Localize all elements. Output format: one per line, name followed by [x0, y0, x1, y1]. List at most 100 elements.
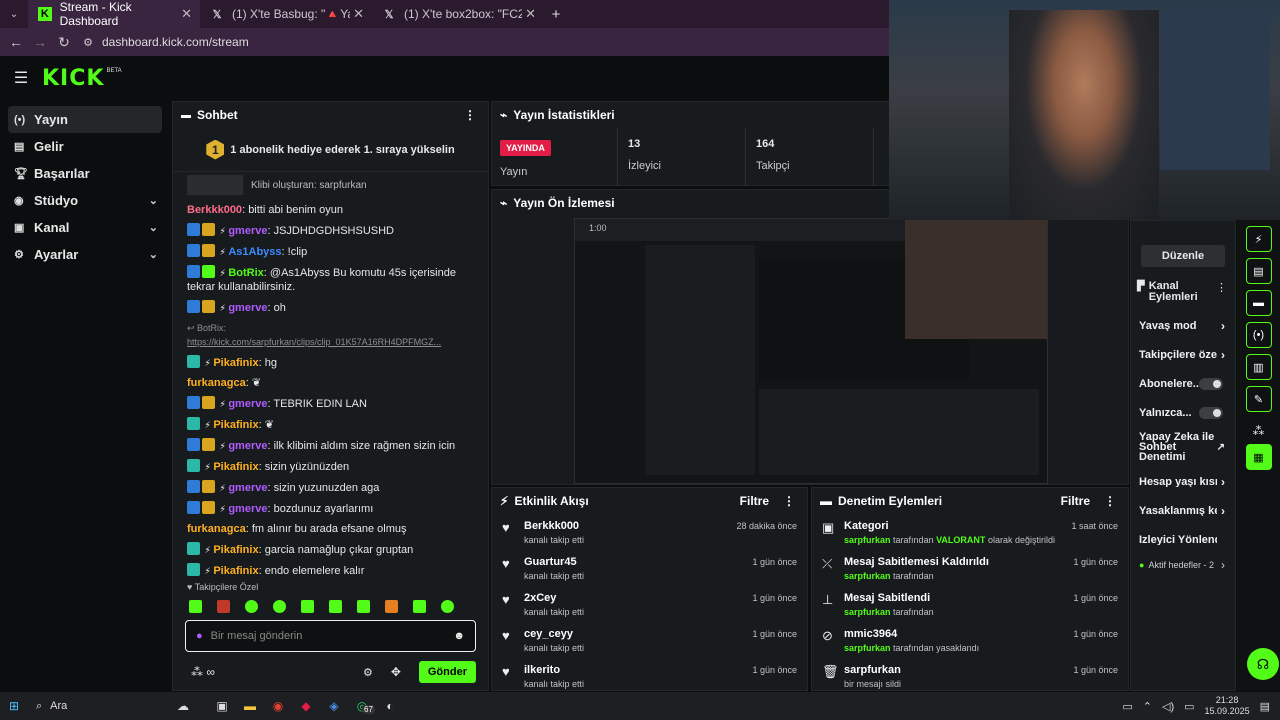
- clock[interactable]: 21:28 15.09.2025: [1205, 695, 1250, 717]
- network-icon[interactable]: ▭: [1184, 700, 1194, 713]
- pinned-banner[interactable]: 1 1 abonelik hediye ederek 1. sıraya yük…: [173, 128, 488, 172]
- chat-username[interactable]: gmerve: [228, 225, 267, 237]
- more-options-icon[interactable]: ⋮: [1216, 281, 1227, 294]
- channel-action-item[interactable]: Yapay Zeka ile Sohbet Denetimi ↗: [1131, 427, 1235, 467]
- support-button[interactable]: ☊: [1247, 648, 1279, 680]
- apps-icon[interactable]: ⁂: [1237, 424, 1280, 438]
- activity-filter-button[interactable]: Filtre: [740, 494, 769, 508]
- chevron-down-icon[interactable]: ⌄: [149, 194, 158, 207]
- emote-icon[interactable]: [413, 600, 426, 613]
- settings-icon[interactable]: ⚙: [363, 666, 373, 679]
- chat-username[interactable]: Pikafinix: [213, 419, 258, 431]
- activity-user[interactable]: Guartur45: [524, 556, 584, 568]
- close-tab-icon[interactable]: ✕: [181, 6, 192, 22]
- chat-username[interactable]: gmerve: [228, 440, 267, 452]
- chat-username[interactable]: Pikafinix: [213, 565, 258, 577]
- chat-username[interactable]: Pikafinix: [213, 544, 258, 556]
- sidebar-item-gelir[interactable]: ▤ Gelir: [8, 133, 162, 160]
- chevron-up-icon[interactable]: ⌃: [1143, 700, 1152, 713]
- more-options-icon[interactable]: ⋮: [1104, 494, 1116, 508]
- new-tab-icon[interactable]: +: [544, 6, 568, 23]
- reply-preview[interactable]: ↩ BotRix: https://kick.com/sarpfurkan/cl…: [173, 318, 488, 352]
- emote-icon[interactable]: [357, 600, 370, 613]
- moderation-filter-button[interactable]: Filtre: [1061, 494, 1090, 508]
- file-explorer-icon[interactable]: ▬: [236, 699, 264, 713]
- activity-user[interactable]: cey_ceyy: [524, 628, 584, 640]
- moderation-actor[interactable]: sarpfurkan: [844, 571, 891, 581]
- chat-username[interactable]: furkanagca: [187, 523, 246, 535]
- sidebar-item-basarilar[interactable]: 🏆︎ Başarılar: [8, 160, 162, 187]
- moderation-actor[interactable]: sarpfurkan: [844, 607, 891, 617]
- clapper-icon[interactable]: ▦: [1245, 444, 1272, 470]
- menu-icon[interactable]: ☰: [0, 68, 42, 88]
- external-link-icon[interactable]: ↗: [1217, 442, 1225, 453]
- app-game-icon[interactable]: ◈: [320, 699, 348, 713]
- tab-kick-dashboard[interactable]: K Stream - Kick Dashboard ✕: [28, 0, 200, 28]
- layout-icon[interactable]: ▥: [1245, 354, 1272, 380]
- toggle-switch[interactable]: [1199, 406, 1223, 419]
- activity-user[interactable]: ilkerito: [524, 664, 584, 676]
- chrome-icon[interactable]: ◉: [264, 699, 292, 713]
- volume-icon[interactable]: ◁): [1162, 700, 1174, 713]
- emote-icon[interactable]: [217, 600, 230, 613]
- activity-user[interactable]: Berkkk000: [524, 520, 584, 532]
- close-tab-icon[interactable]: ✕: [525, 6, 536, 22]
- back-icon[interactable]: ←: [4, 34, 28, 50]
- channel-action-item[interactable]: Yalnızca...: [1131, 398, 1235, 427]
- chat-username[interactable]: As1Abyss: [228, 246, 281, 258]
- moderation-actor[interactable]: sarpfurkan: [844, 643, 891, 653]
- edit-button[interactable]: Düzenle: [1141, 245, 1225, 267]
- search-highlight-icon[interactable]: ☁: [158, 699, 208, 713]
- chat-username[interactable]: furkanagca: [187, 377, 246, 389]
- reply-link[interactable]: https://kick.com/sarpfurkan/clips/clip_0…: [187, 337, 441, 347]
- clip-card[interactable]: Klibi oluşturan: sarpfurkan: [173, 172, 488, 198]
- moderation-item[interactable]: 🗑︎ sarpfurkan bir mesajı sildi 1 gün önce: [812, 658, 1128, 690]
- chat-bubble-icon[interactable]: ▬: [1245, 290, 1272, 316]
- activity-item[interactable]: ♥ Guartur45 kanalı takip etti 1 gün önce: [492, 550, 807, 586]
- puzzle-icon[interactable]: ✥: [391, 665, 401, 679]
- points-icon[interactable]: ⁂ ∞: [191, 665, 215, 679]
- channel-action-item[interactable]: Yavaş mod ›: [1131, 311, 1235, 340]
- activity-user[interactable]: 2xCey: [524, 592, 584, 604]
- notification-icon[interactable]: ▤: [1260, 700, 1270, 713]
- moderation-item[interactable]: ▣ Kategori sarpfurkan tarafından VALORANT …: [812, 514, 1128, 550]
- close-tab-icon[interactable]: ✕: [353, 6, 364, 22]
- moderation-item[interactable]: ⊥ Mesaj Sabitlendi sarpfurkan tarafından 1 …: [812, 586, 1128, 622]
- url-field[interactable]: dashboard.kick.com/stream: [102, 35, 249, 49]
- whatsapp-icon[interactable]: ◎67: [348, 699, 376, 714]
- activity-item[interactable]: ♥ 2xCey kanalı takip etti 1 gün önce: [492, 586, 807, 622]
- more-options-icon[interactable]: ⋮: [464, 108, 476, 122]
- emote-icon[interactable]: [301, 600, 314, 613]
- forward-icon[interactable]: →: [28, 34, 52, 50]
- site-info-icon[interactable]: ⚙: [76, 36, 100, 49]
- app-red-icon[interactable]: ◆: [292, 699, 320, 713]
- sidebar-item-ayarlar[interactable]: ⚙ Ayarlar ⌄: [8, 241, 162, 268]
- windows-start-icon[interactable]: ⊞: [0, 699, 28, 713]
- chat-input[interactable]: ● Bir mesaj gönderin ☻: [185, 620, 476, 652]
- channel-action-item[interactable]: Yasaklanmış keli ›: [1131, 496, 1235, 525]
- emote-icon[interactable]: [245, 600, 258, 613]
- moderation-item[interactable]: ⤫ Mesaj Sabitlemesi Kaldırıldı sarpfurkan …: [812, 550, 1128, 586]
- emote-icon[interactable]: [329, 600, 342, 613]
- stream-preview-video[interactable]: 1:00: [574, 218, 1048, 484]
- sidebar-item-studyo[interactable]: ◉ Stüdyo ⌄: [8, 187, 162, 214]
- chat-username[interactable]: Pikafinix: [213, 461, 258, 473]
- chat-username[interactable]: gmerve: [228, 302, 267, 314]
- more-options-icon[interactable]: ⋮: [783, 494, 795, 508]
- lightning-icon[interactable]: ⚡︎: [1245, 226, 1272, 252]
- active-goals[interactable]: ● Aktif hedefler - 2 ›: [1131, 554, 1235, 576]
- toggle-switch[interactable]: [1199, 377, 1223, 390]
- kick-logo[interactable]: KICK: [42, 66, 104, 91]
- sidebar-item-yayin[interactable]: (•) Yayın: [8, 106, 162, 133]
- emote-icon[interactable]: [385, 600, 398, 613]
- chevron-down-icon[interactable]: ⌄: [149, 248, 158, 261]
- microphone-icon[interactable]: ●: [196, 630, 203, 642]
- notes-icon[interactable]: ▤: [1245, 258, 1272, 284]
- activity-item[interactable]: ♥ cey_ceyy kanalı takip etti 1 gün önce: [492, 622, 807, 658]
- chat-username[interactable]: gmerve: [228, 482, 267, 494]
- channel-action-item[interactable]: Takipçilere özel s ›: [1131, 340, 1235, 369]
- chat-username[interactable]: gmerve: [228, 398, 267, 410]
- reload-icon[interactable]: ↻: [52, 34, 76, 51]
- chat-username[interactable]: Berkkk000: [187, 204, 242, 216]
- tab-list-button[interactable]: ⌄: [0, 9, 28, 20]
